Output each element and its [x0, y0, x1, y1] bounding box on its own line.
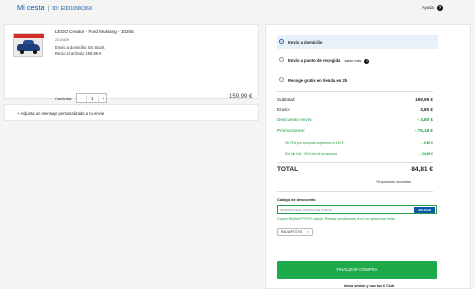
divider: [277, 91, 433, 92]
box-stripe: [14, 34, 44, 38]
subtotal-value: 159,99 €: [415, 97, 433, 102]
promotion-detail-row: Día sin IVA - 21% día de la semana - 33,…: [277, 152, 433, 160]
gift-message-card[interactable]: + Adjunta un mensaje personalizado a tu …: [4, 104, 259, 121]
quantity-decrease-button[interactable]: -: [80, 96, 82, 101]
quantity-stepper: - 1 +: [76, 93, 107, 103]
promotion-detail-value: - 9,60 €: [421, 141, 433, 145]
total-row: TOTAL 84,81 €: [277, 166, 433, 173]
checkout-button[interactable]: FINALIZAR COMPRA: [277, 261, 437, 279]
login-club-link[interactable]: Inicia sesión y usa tus € Club: [266, 284, 472, 288]
product-image[interactable]: [13, 33, 44, 57]
subtotal-label: Subtotal:: [277, 97, 296, 102]
promotions-label: Promociones:: [277, 128, 306, 133]
apply-coupon-button[interactable]: APLICAR: [414, 207, 435, 213]
coupon-input[interactable]: [280, 207, 410, 213]
page-title: Mi cesta | ID: E00109K36X: [17, 3, 92, 12]
delivery-option-text: Recoge gratis en tienda en 2h: [288, 78, 348, 83]
order-summary-card: Envío a domicilio Envío a punto de recog…: [265, 24, 471, 289]
divider: [277, 162, 433, 163]
help-link[interactable]: Ayuda ?: [422, 5, 443, 11]
total-label: TOTAL: [277, 166, 299, 173]
delivery-option-text: Envío a punto de recogida: [288, 58, 341, 63]
line-price: 159,99 €: [229, 94, 253, 100]
promotions-value: - 75,18 €: [414, 128, 433, 133]
product-shipping: Envío a domicilio: En Stock: [55, 45, 105, 50]
promotion-detail-row: 95,73% por compras superiores a 149 € - …: [277, 141, 433, 149]
divider: [277, 191, 433, 192]
title-separator: |: [47, 5, 50, 12]
delivery-option-label: Envío a punto de recogida saber más i: [288, 58, 370, 64]
promotion-detail-label: Día sin IVA - 21% día de la semana: [285, 152, 337, 156]
delivery-option-home[interactable]: Envío a domicilio: [277, 35, 438, 49]
tax-note: *Impuestos incluidos.: [376, 180, 412, 184]
radio-unselected[interactable]: [279, 77, 284, 82]
cart-title: Mi cesta: [17, 3, 45, 12]
product-stock: Recio el artículo 159,99 €: [55, 51, 102, 56]
product-name[interactable]: LEGO Creator - Ford Mustang - 10265: [55, 29, 134, 34]
car-wheel: [20, 50, 24, 54]
more-info-link[interactable]: saber más: [345, 59, 362, 63]
radio-selected[interactable]: [279, 39, 284, 44]
stepper-divider: [86, 95, 87, 102]
delivery-option-store-pickup[interactable]: Recoge gratis en tienda en 2h: [277, 73, 438, 87]
shipping-discount-value: - 3,80 €: [417, 117, 433, 122]
quantity-label: Cantidad:: [55, 96, 73, 101]
promotion-detail-value: - 33,69 €: [419, 152, 433, 156]
subtotal-row: Subtotal: 159,99 €: [277, 97, 433, 105]
page-header: Mi cesta | ID: E00109K36X Ayuda ?: [0, 0, 475, 16]
shipping-discount-row: Descuento envío: - 3,80 €: [277, 117, 433, 125]
total-value: 84,81 €: [411, 166, 433, 173]
gift-message-link[interactable]: + Adjunta un mensaje personalizado a tu …: [17, 111, 104, 116]
delivery-option-label: Recoge gratis en tienda en 2h: [288, 78, 347, 83]
cart-id: ID: E00109K36X: [52, 6, 93, 12]
quantity-value[interactable]: 1: [91, 96, 94, 101]
delivery-option-pickup-point[interactable]: Envío a punto de recogida saber más i: [277, 53, 438, 67]
coupon-field: APLICAR: [277, 205, 437, 214]
promotions-row: Promociones: - 75,18 €: [277, 128, 433, 136]
stepper-divider: [98, 95, 99, 102]
shipping-value: 3,80 €: [420, 107, 433, 112]
help-label: Ayuda: [422, 5, 434, 11]
quantity-increase-button[interactable]: +: [102, 96, 105, 101]
coupon-success-message: Cupón RADIAPTOTIS válido. Revisa condici…: [277, 217, 396, 221]
coupon-title: Código de descuento: [277, 198, 316, 202]
info-icon[interactable]: i: [364, 59, 370, 64]
promotion-detail-label: 95,73% por compras superiores a 149 €: [285, 141, 344, 145]
shipping-discount-label: Descuento envío:: [277, 117, 313, 122]
help-icon: ?: [436, 5, 443, 11]
product-ref: 2210409: [55, 38, 69, 42]
delivery-option-text: Envío a domicilio: [288, 40, 323, 45]
shipping-label: Envío:: [277, 107, 291, 112]
delivery-option-label: Envío a domicilio: [288, 40, 322, 45]
radio-unselected[interactable]: [279, 57, 284, 62]
close-icon[interactable]: ×: [307, 230, 309, 234]
applied-coupon-chip: RADIAPTOTIS ×: [277, 228, 313, 236]
cart-item-card: LEGO Creator - Ford Mustang - 10265 2210…: [4, 24, 259, 119]
shipping-row: Envío: 3,80 €: [277, 107, 433, 115]
coupon-chip-label: RADIAPTOTIS: [281, 230, 303, 234]
car-wheel: [33, 50, 37, 54]
